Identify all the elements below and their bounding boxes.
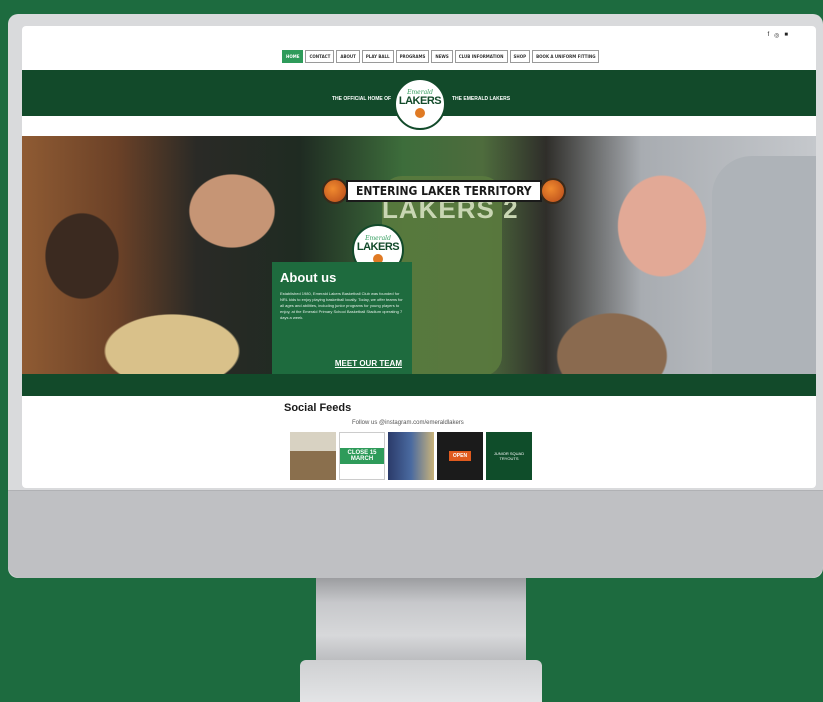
post-label: CLOSE 15 MARCH: [340, 448, 384, 464]
flaming-basketball-icon: [322, 178, 348, 204]
facebook-icon[interactable]: f: [767, 32, 769, 39]
instagram-post[interactable]: [290, 432, 336, 480]
club-logo[interactable]: Emerald LAKERS: [394, 78, 446, 130]
about-title: About us: [280, 270, 337, 285]
hero-headline-text: ENTERING LAKER TERRITORY: [346, 180, 542, 202]
hero-photo: LAKERS 2 ENTERING LAKER TERRITORY Emeral…: [22, 136, 816, 374]
instagram-thumbnails: CLOSE 15 MARCH OPEN JUNIOR SQUAD TRYOUTS: [290, 432, 532, 480]
instagram-post[interactable]: OPEN: [437, 432, 483, 480]
nav-about[interactable]: ABOUT: [336, 50, 360, 63]
website-screen: f ◎ ■ HOME CONTACT ABOUT PLAY BALL PROGR…: [22, 26, 816, 488]
hero-headline: ENTERING LAKER TERRITORY: [322, 178, 566, 204]
nav-play-ball[interactable]: PLAY BALL: [361, 50, 394, 63]
logo-word-text: LAKERS: [356, 241, 400, 253]
nav-home[interactable]: HOME: [282, 50, 304, 63]
instagram-post[interactable]: JUNIOR SQUAD TRYOUTS: [486, 432, 532, 480]
instagram-icon[interactable]: ◎: [774, 32, 779, 39]
monitor-stand-neck: [316, 578, 526, 660]
nav-book-uniform-fitting[interactable]: BOOK A UNIFORM FITTING: [532, 50, 600, 63]
logo-word-text: LAKERS: [398, 95, 442, 107]
social-feeds-heading: Social Feeds: [284, 402, 352, 414]
instagram-follow-text[interactable]: Follow us @instagram.com/emeraldlakers: [352, 420, 464, 426]
green-divider-strip: [22, 374, 816, 396]
nav-club-information[interactable]: CLUB INFORMATION: [454, 50, 508, 63]
nav-news[interactable]: NEWS: [431, 50, 453, 63]
nav-contact[interactable]: CONTACT: [305, 50, 335, 63]
coach-shirt-shape: [712, 156, 816, 374]
flaming-basketball-icon: [539, 178, 566, 204]
instagram-post[interactable]: [388, 432, 434, 480]
monitor-chin: [8, 490, 823, 578]
nav-programs[interactable]: PROGRAMS: [395, 50, 430, 63]
post-label: OPEN: [448, 451, 472, 461]
top-social-icons: f ◎ ■: [767, 32, 788, 39]
main-nav: HOME CONTACT ABOUT PLAY BALL PROGRAMS NE…: [282, 50, 600, 63]
banner-right-text: THE EMERALD LAKERS: [452, 96, 511, 102]
monitor-stand-base: [300, 660, 542, 702]
about-panel: About us Established 1980, Emerald Laker…: [272, 262, 412, 374]
banner-left-text: THE OFFICIAL HOME OF: [332, 96, 392, 102]
instagram-post[interactable]: CLOSE 15 MARCH: [339, 432, 385, 480]
nav-shop[interactable]: SHOP: [509, 50, 531, 63]
post-label: JUNIOR SQUAD TRYOUTS: [493, 451, 525, 461]
basketball-icon: [415, 108, 425, 118]
social-feeds-section: Social Feeds: [284, 402, 351, 414]
cart-icon[interactable]: ■: [784, 32, 788, 39]
about-body: Established 1980, Emerald Lakers Basketb…: [280, 291, 403, 320]
meet-our-team-link[interactable]: MEET OUR TEAM: [335, 359, 402, 368]
